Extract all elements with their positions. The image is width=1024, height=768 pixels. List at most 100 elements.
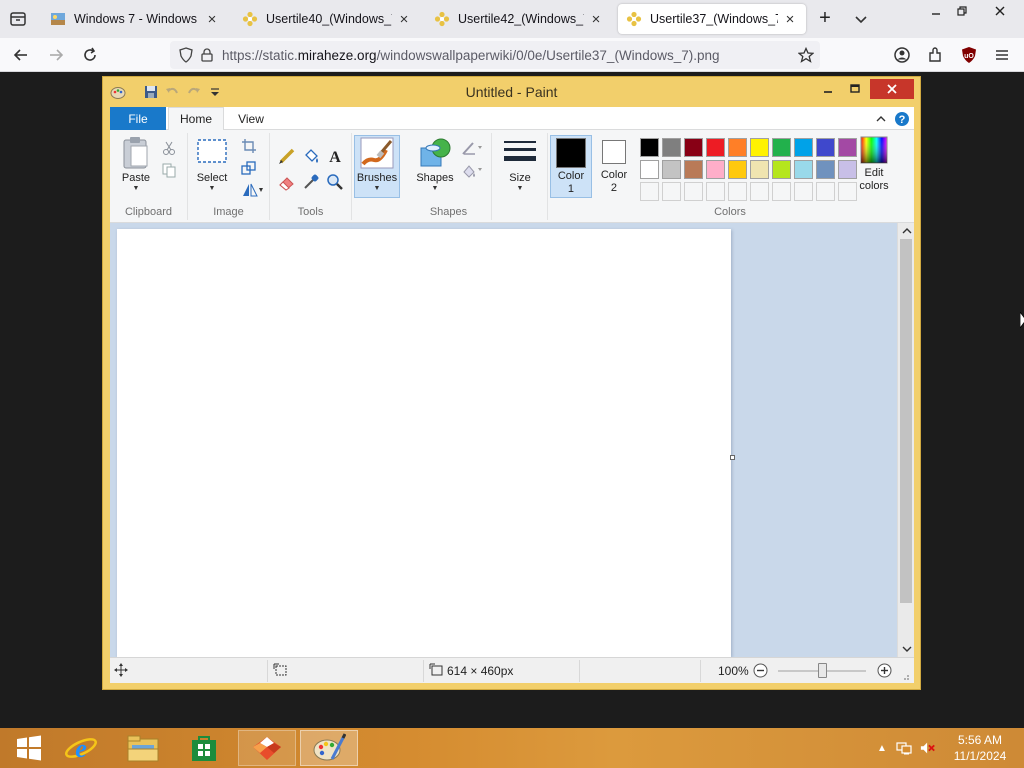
palette-swatch[interactable] <box>706 138 725 157</box>
system-clock[interactable]: 5:56 AM 11/1/2024 <box>945 732 1015 764</box>
outline-icon[interactable] <box>460 139 486 157</box>
file-explorer-taskbar-button[interactable] <box>114 730 172 766</box>
close-window-icon[interactable] <box>985 2 1015 20</box>
back-arrow-icon[interactable] <box>10 44 32 66</box>
list-all-tabs-icon[interactable] <box>8 9 28 29</box>
canvas-resize-handle[interactable] <box>730 455 735 460</box>
lock-icon[interactable] <box>199 47 215 63</box>
palette-swatch[interactable] <box>640 160 659 179</box>
close-tab-icon[interactable]: × <box>588 11 604 28</box>
text-tool-icon[interactable]: A <box>326 147 344 165</box>
paint-title-bar[interactable]: Untitled - Paint <box>103 77 920 107</box>
internet-explorer-taskbar-button[interactable]: e <box>52 730 110 766</box>
palette-swatch[interactable] <box>684 160 703 179</box>
custom-color-slot[interactable] <box>640 182 659 201</box>
tab-view[interactable]: View <box>226 107 276 130</box>
zoom-out-icon[interactable] <box>753 663 768 681</box>
tab-windows-7-wiki[interactable]: Windows 7 - Windows W × <box>42 4 228 34</box>
palette-swatch[interactable] <box>728 138 747 157</box>
scrollbar-thumb[interactable] <box>900 239 912 603</box>
zoom-in-icon[interactable] <box>877 663 892 681</box>
extensions-icon[interactable] <box>925 44 947 66</box>
close-tab-icon[interactable]: × <box>396 11 412 28</box>
palette-swatch[interactable] <box>640 138 659 157</box>
start-button[interactable] <box>0 730 58 766</box>
scroll-up-icon[interactable] <box>898 223 915 239</box>
reload-icon[interactable] <box>79 44 101 66</box>
close-window-icon[interactable] <box>870 79 914 99</box>
hamburger-menu-icon[interactable] <box>991 44 1013 66</box>
crop-icon[interactable] <box>240 137 258 155</box>
scroll-down-icon[interactable] <box>898 641 915 657</box>
palette-swatch[interactable] <box>662 138 681 157</box>
palette-swatch[interactable] <box>816 138 835 157</box>
network-icon[interactable] <box>896 740 912 756</box>
custom-color-slot[interactable] <box>706 182 725 201</box>
show-hidden-icons-icon[interactable]: ▲ <box>874 740 890 756</box>
brushes-button[interactable]: Brushes ▼ <box>354 135 400 198</box>
vertical-scrollbar[interactable] <box>897 223 914 657</box>
custom-color-slot[interactable] <box>750 182 769 201</box>
color-1-button[interactable]: Color 1 <box>550 135 592 198</box>
minimize-ribbon-icon[interactable] <box>873 111 889 127</box>
ublock-origin-icon[interactable]: uO <box>958 44 980 66</box>
palette-swatch[interactable] <box>728 160 747 179</box>
pencil-icon[interactable] <box>278 147 296 165</box>
resize-grip-icon[interactable] <box>900 670 910 684</box>
new-tab-icon[interactable]: + <box>815 8 835 29</box>
palette-swatch[interactable] <box>816 160 835 179</box>
maximize-window-icon[interactable] <box>843 79 867 99</box>
firefox-taskbar-button[interactable] <box>238 730 296 766</box>
palette-swatch[interactable] <box>772 160 791 179</box>
bookmark-star-icon[interactable] <box>797 46 815 63</box>
file-menu-tab[interactable]: File <box>110 107 166 130</box>
fill-icon[interactable] <box>460 161 486 179</box>
help-icon[interactable]: ? <box>894 111 910 127</box>
magnifier-icon[interactable] <box>326 173 344 191</box>
close-tab-icon[interactable]: × <box>782 11 798 28</box>
tracking-shield-icon[interactable] <box>178 47 194 63</box>
custom-color-slot[interactable] <box>728 182 747 201</box>
minimize-window-icon[interactable] <box>816 79 840 99</box>
account-icon[interactable] <box>891 44 913 66</box>
palette-swatch[interactable] <box>794 160 813 179</box>
tab-usertile37[interactable]: Usertile37_(Windows_7). × <box>618 4 806 34</box>
custom-color-slot[interactable] <box>838 182 857 201</box>
palette-swatch[interactable] <box>750 160 769 179</box>
eraser-icon[interactable] <box>278 173 296 191</box>
palette-swatch[interactable] <box>662 160 681 179</box>
custom-color-slot[interactable] <box>794 182 813 201</box>
palette-swatch[interactable] <box>684 138 703 157</box>
palette-swatch[interactable] <box>838 160 857 179</box>
palette-swatch[interactable] <box>794 138 813 157</box>
palette-swatch[interactable] <box>750 138 769 157</box>
cut-icon[interactable] <box>160 139 178 157</box>
custom-color-slot[interactable] <box>684 182 703 201</box>
zoom-slider-thumb[interactable] <box>818 663 827 678</box>
tab-home[interactable]: Home <box>168 107 224 130</box>
address-bar[interactable]: https://static.miraheze.org/windowswallp… <box>170 41 820 69</box>
close-tab-icon[interactable]: × <box>204 11 220 28</box>
tab-usertile40[interactable]: Usertile40_(Windows_7). × <box>234 4 420 34</box>
color-picker-icon[interactable] <box>302 173 320 191</box>
custom-color-slot[interactable] <box>816 182 835 201</box>
size-button[interactable]: Size ▼ <box>498 136 542 193</box>
rotate-icon[interactable] <box>240 181 266 199</box>
palette-swatch[interactable] <box>838 138 857 157</box>
store-taskbar-button[interactable] <box>175 730 233 766</box>
forward-arrow-icon[interactable] <box>45 44 67 66</box>
custom-color-slot[interactable] <box>662 182 681 201</box>
paste-button[interactable]: Paste ▼ <box>118 136 154 193</box>
palette-swatch[interactable] <box>706 160 725 179</box>
chevron-down-icon[interactable] <box>851 9 871 29</box>
shapes-button[interactable]: Shapes ▼ <box>412 136 458 193</box>
select-button[interactable]: Select ▼ <box>194 136 230 193</box>
palette-swatch[interactable] <box>772 138 791 157</box>
color-2-button[interactable]: Color 2 <box>594 135 634 195</box>
volume-muted-icon[interactable] <box>920 740 936 756</box>
paint-taskbar-button[interactable] <box>300 730 358 766</box>
tab-usertile42[interactable]: Usertile42_(Windows_7). × <box>426 4 612 34</box>
drawing-canvas[interactable] <box>117 229 731 657</box>
copy-icon[interactable] <box>160 161 178 179</box>
restore-window-icon[interactable] <box>947 2 977 20</box>
